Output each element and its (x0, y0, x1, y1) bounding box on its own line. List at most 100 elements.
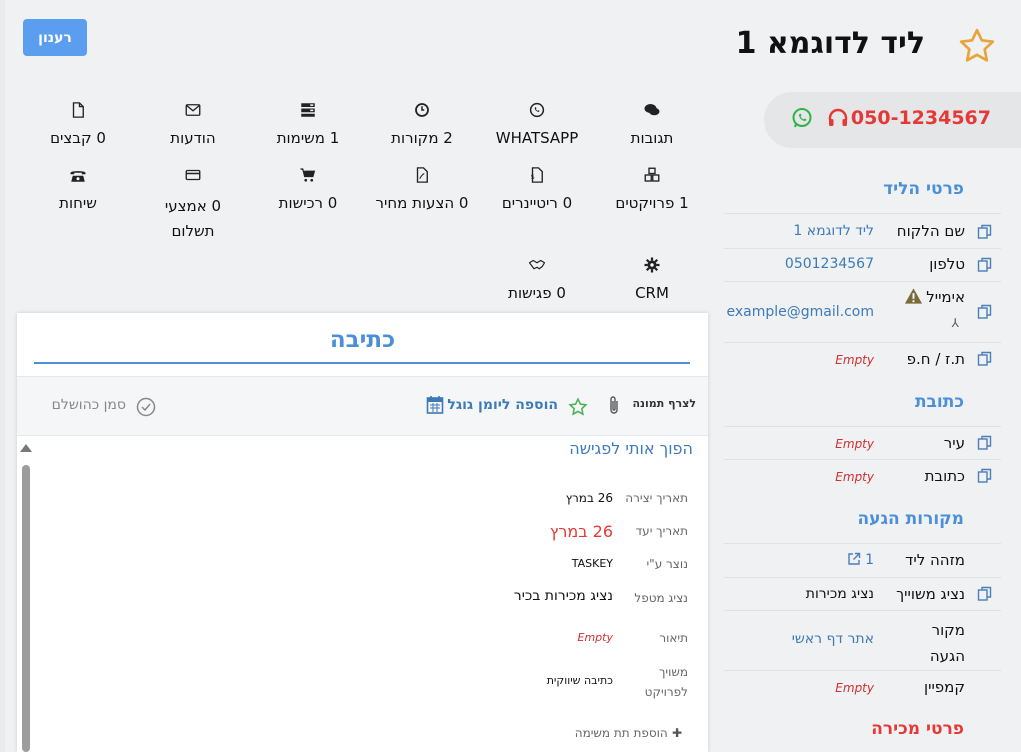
email-value[interactable]: example@gmail.com (727, 304, 875, 320)
created-label: תאריך יצירה (625, 491, 688, 505)
due-value[interactable]: 26 במרץ (550, 522, 613, 541)
section-sales-details: פרטי מכירה (871, 719, 964, 739)
project-label: משויך לפרויקט (644, 665, 688, 699)
telephone-icon (23, 166, 133, 188)
toolbar-label: הודעות (170, 129, 216, 147)
field-email: אימייל ⅄ example@gmail.com (724, 281, 1001, 342)
toolbar-projects[interactable]: 1 פרויקטים (597, 166, 707, 212)
creator-label: נוצר ע"י (646, 557, 689, 571)
toolbar-label: 0 קבצים (50, 129, 106, 147)
toolbar-whatsapp[interactable]: WHATSAPP (482, 101, 592, 147)
task-card-title: כתיבה (329, 327, 396, 353)
handler-value[interactable]: נציג מכירות בכיר (514, 588, 613, 604)
section-address: כתובת (914, 392, 964, 412)
toolbar-calls[interactable]: שיחות (23, 166, 133, 212)
creator-value: TASKEY (571, 557, 613, 570)
copy-icon[interactable] (977, 257, 993, 273)
lead-id-value[interactable]: 1 (865, 552, 874, 568)
toolbar-label: 1 משימות (276, 129, 340, 147)
merge-icon[interactable]: ⅄ (952, 316, 959, 330)
toolbar-label: תגובות (630, 129, 674, 147)
refresh-button[interactable]: רענון (23, 19, 87, 56)
attach-image-label[interactable]: לצרף תמונה (632, 397, 696, 410)
add-subtask-button[interactable]: ✚ הוספת תת משימה (575, 726, 682, 740)
phone-number-link[interactable]: 050-1234567 (851, 107, 991, 129)
toolbar-tasks[interactable]: 1 משימות (253, 101, 363, 147)
task-actions-bar: לצרף תמונה הוספה ליומן גוגל סמן כהושלם (17, 376, 708, 436)
field-label: שם הלקוח (896, 222, 965, 240)
toolbar-comments[interactable]: תגובות (597, 101, 707, 147)
google-calendar-button[interactable]: הוספה ליומן גוגל (447, 397, 558, 413)
svg-text:$: $ (530, 173, 534, 181)
field-label: קמפיין (924, 678, 965, 696)
field-id: ת.ז / ח.פ Empty (724, 342, 1001, 376)
field-lead-id: מזהה ליד 1 (724, 543, 1001, 577)
toolbar-purchases[interactable]: 0 רכישות (253, 166, 363, 212)
handshake-icon (482, 256, 592, 278)
field-campaign: קמפיין Empty (724, 670, 1001, 704)
divider (34, 362, 690, 364)
paperclip-icon[interactable] (606, 395, 622, 417)
description-value[interactable]: Empty (578, 631, 613, 644)
toolbar-meetings[interactable]: 0 פגישות (482, 256, 592, 302)
external-link-icon[interactable] (847, 552, 861, 566)
field-label: מקור הגעה (929, 621, 965, 665)
whatsapp-icon[interactable] (790, 106, 814, 130)
field-label: נציג משוייך (896, 585, 965, 603)
copy-icon[interactable] (977, 224, 993, 240)
source-value[interactable]: אתר דף ראשי (792, 631, 874, 647)
description-label: תיאור (659, 631, 688, 645)
toolbar-label: CRM (635, 284, 669, 302)
field-source: מקור הגעה אתר דף ראשי (724, 610, 1001, 670)
headset-icon[interactable] (826, 106, 850, 130)
copy-icon[interactable] (977, 351, 993, 367)
toolbar-files[interactable]: 0 קבצים (23, 101, 133, 147)
toolbar-sources[interactable]: 2 מקורות (367, 101, 477, 147)
address-value[interactable]: Empty (835, 470, 874, 484)
phone-value[interactable]: 0501234567 (785, 256, 874, 272)
field-label: מזהה ליד (905, 551, 965, 569)
toolbar-label: 1 פרויקטים (615, 194, 689, 212)
cart-icon (253, 166, 363, 188)
field-assigned-rep: נציג משוייך נציג מכירות (724, 577, 1001, 610)
toolbar-label: 0 ריטיינרים (501, 194, 573, 212)
created-value: 26 במרץ (565, 491, 613, 505)
section-lead-details: פרטי הליד (883, 179, 964, 199)
check-circle-icon[interactable] (136, 397, 156, 417)
credit-card-icon (138, 166, 248, 188)
tasks-icon (253, 101, 363, 123)
calendar-icon[interactable] (426, 395, 444, 415)
toolbar-crm[interactable]: CRM (597, 256, 707, 302)
mark-done-button[interactable]: סמן כהושלם (52, 397, 126, 413)
scroll-up-arrow[interactable] (20, 444, 32, 452)
favorite-star-icon[interactable] (957, 26, 997, 66)
city-value[interactable]: Empty (835, 437, 874, 451)
customer-name-value[interactable]: ליד לדוגמא 1 (793, 223, 874, 239)
toolbar-label: 0 פגישות (508, 284, 566, 302)
id-value[interactable]: Empty (835, 353, 874, 367)
toolbar-retainers[interactable]: $ 0 ריטיינרים (482, 166, 592, 212)
scrollbar[interactable] (22, 465, 30, 752)
toolbar-label: WHATSAPP (495, 129, 579, 147)
copy-icon[interactable] (977, 586, 993, 602)
field-label: אימייל (926, 288, 965, 306)
star-icon[interactable] (568, 397, 588, 417)
copy-icon[interactable] (977, 435, 993, 451)
left-edge (0, 0, 5, 752)
toolbar-quotes[interactable]: 0 הצעות מחיר (367, 166, 477, 212)
campaign-value[interactable]: Empty (835, 681, 874, 695)
task-card: כתיבה לצרף תמונה הוספה ליומן גוגל סמן כה… (17, 313, 708, 752)
field-label: עיר (943, 434, 965, 452)
toolbar-payment-methods[interactable]: 0 אמצעי תשלום (138, 166, 248, 244)
task-name[interactable]: הפוך אותי לפגישה (569, 439, 693, 458)
add-subtask-label: הוספת תת משימה (574, 726, 668, 740)
project-value[interactable]: כתיבה שיווקית (547, 674, 613, 687)
copy-icon[interactable] (977, 304, 993, 320)
clock-icon (367, 101, 477, 123)
pdf-icon (367, 166, 477, 188)
section-sources: מקורות הגעה (857, 509, 964, 529)
assigned-rep-value[interactable]: נציג מכירות (806, 586, 874, 602)
copy-icon[interactable] (977, 468, 993, 484)
invoice-icon: $ (482, 166, 592, 188)
toolbar-messages[interactable]: הודעות (138, 101, 248, 147)
